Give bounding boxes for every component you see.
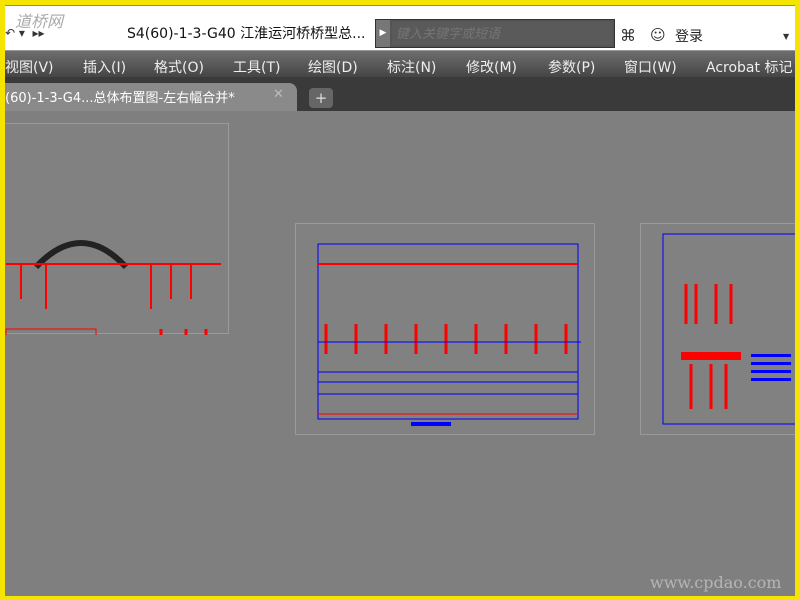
menu-dimension[interactable]: 标注(N) <box>387 57 436 77</box>
menu-insert[interactable]: 插入(I) <box>83 57 126 77</box>
menu-view[interactable]: 视图(V) <box>5 57 54 77</box>
menu-format[interactable]: 格式(O) <box>154 57 204 77</box>
menu-bar: 视图(V) 插入(I) 格式(O) 工具(T) 绘图(D) 标注(N) 修改(M… <box>5 50 795 77</box>
menu-modify[interactable]: 修改(M) <box>466 57 517 77</box>
drawing-preview <box>5 240 221 428</box>
window-title: S4(60)-1-3-G40 江淮运河桥桥型总... <box>127 26 366 42</box>
menu-window[interactable]: 窗口(W) <box>624 57 677 77</box>
document-tab[interactable]: (60)-1-3-G4...总体布置图-左右幅合并* ✕ <box>5 83 297 111</box>
watermark-url: www.cpdao.com <box>650 573 782 592</box>
drawing-preview <box>662 233 795 425</box>
menu-acrobat[interactable]: Acrobat 标记 <box>706 57 792 77</box>
quick-access-toolbar[interactable]: ↶ ▾ ▸▸ <box>5 26 45 40</box>
menu-parameters[interactable]: 参数(P) <box>548 57 595 77</box>
document-tab-bar: (60)-1-3-G4...总体布置图-左右幅合并* ✕ + <box>5 77 795 111</box>
menu-draw[interactable]: 绘图(D) <box>308 57 358 77</box>
login-button[interactable]: 登录 <box>675 26 703 46</box>
expand-arrow-icon[interactable]: ▶ <box>376 20 390 47</box>
tab-label: (60)-1-3-G4...总体布置图-左右幅合并* <box>5 91 235 106</box>
new-tab-button[interactable]: + <box>309 88 333 108</box>
drawing-preview <box>317 243 581 426</box>
layout-thumbnail-1[interactable] <box>5 123 229 428</box>
title-bar: 道桥网 ↶ ▾ ▸▸ S4(60)-1-3-G40 江淮运河桥桥型总... ▶ … <box>5 5 795 50</box>
chevron-down-icon[interactable]: ▼ <box>783 32 789 41</box>
menu-tools[interactable]: 工具(T) <box>233 57 280 77</box>
search-input[interactable] <box>392 22 612 45</box>
layout-thumbnail-2[interactable] <box>295 223 595 435</box>
search-box[interactable]: ▶ <box>375 19 615 48</box>
close-icon[interactable]: ✕ <box>273 87 284 102</box>
layout-thumbnail-3[interactable] <box>640 223 795 435</box>
app-window: 道桥网 ↶ ▾ ▸▸ S4(60)-1-3-G40 江淮运河桥桥型总... ▶ … <box>5 5 795 596</box>
user-icon[interactable]: ☺ <box>650 26 666 44</box>
binoculars-icon[interactable]: ⌘ <box>620 26 636 45</box>
